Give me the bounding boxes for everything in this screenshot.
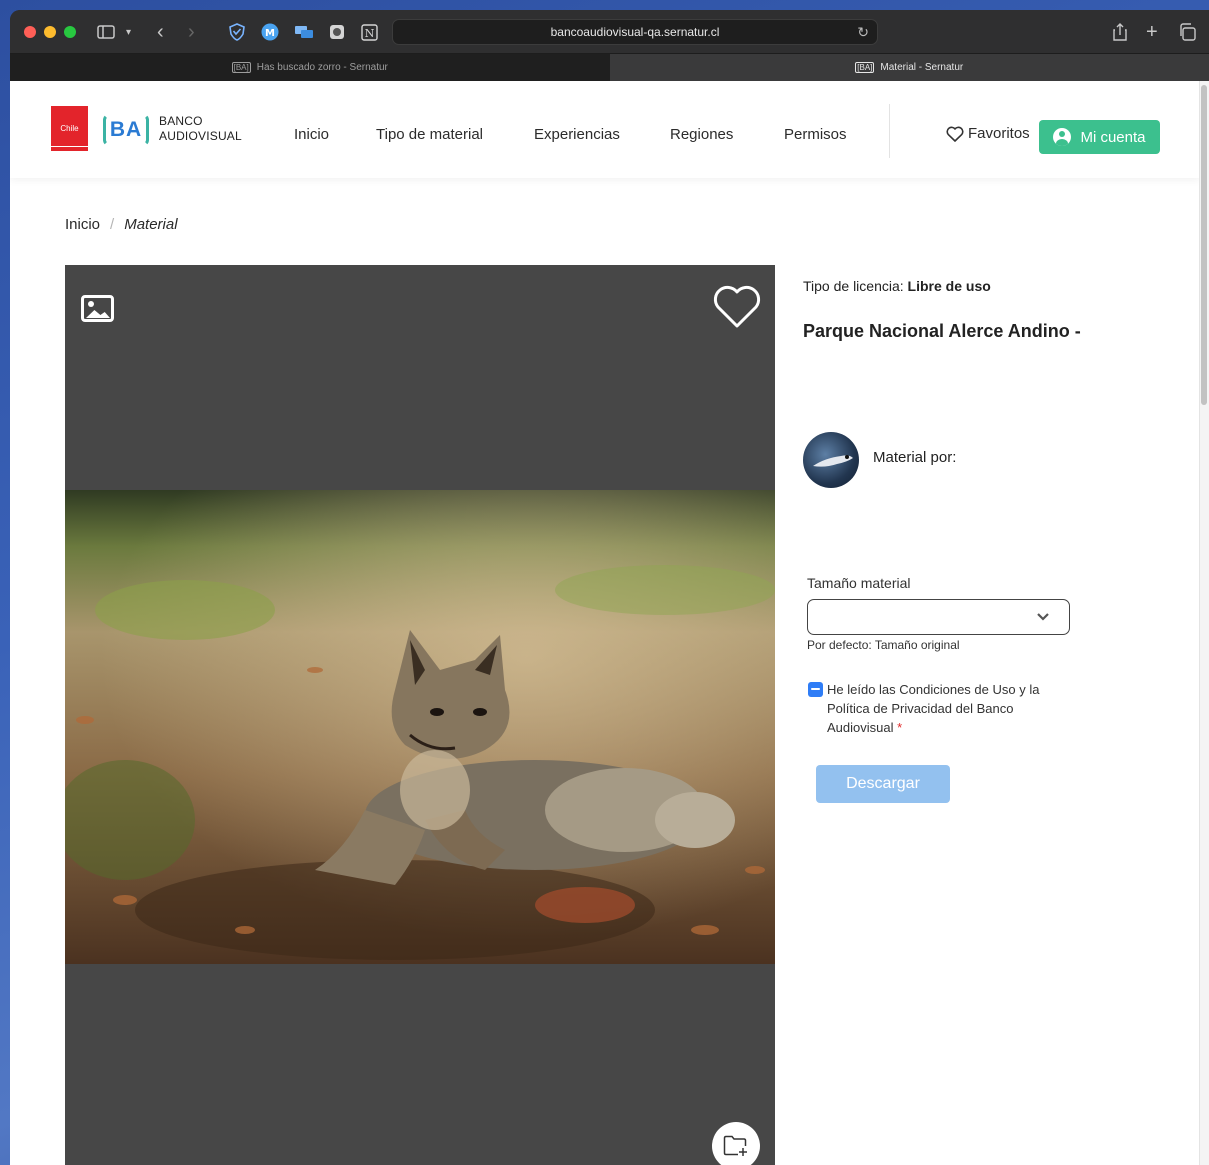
nav-experiencias[interactable]: Experiencias bbox=[534, 126, 620, 143]
author-avatar[interactable] bbox=[803, 432, 859, 488]
reload-icon[interactable]: ↻ bbox=[857, 24, 869, 41]
terms-consent: He leído las Condiciones de Uso y la Pol… bbox=[808, 680, 1068, 737]
download-button[interactable]: Descargar bbox=[816, 765, 950, 803]
favorites-link[interactable]: Favoritos bbox=[946, 125, 1030, 142]
tab-favicon: [BA] bbox=[855, 62, 875, 73]
tab-material[interactable]: [BA] Material - Sernatur bbox=[609, 54, 1209, 81]
folder-plus-icon bbox=[723, 1135, 747, 1156]
chile-logo[interactable]: Chile bbox=[51, 106, 88, 151]
nav-divider bbox=[889, 104, 890, 158]
media-viewer bbox=[65, 265, 775, 1165]
required-mark: * bbox=[897, 720, 903, 735]
screens-extension-icon[interactable] bbox=[294, 22, 314, 42]
breadcrumb-current: Material bbox=[124, 216, 178, 233]
heart-icon bbox=[946, 126, 964, 142]
tab-favicon: [BA] bbox=[231, 62, 251, 73]
nav-permisos[interactable]: Permisos bbox=[784, 126, 847, 143]
breadcrumb-separator: / bbox=[110, 216, 115, 233]
tab-search-results[interactable]: [BA] Has buscado zorro - Sernatur bbox=[10, 54, 610, 81]
page-scrollbar[interactable] bbox=[1199, 81, 1209, 1165]
nav-tipo-de-material[interactable]: Tipo de material bbox=[376, 126, 483, 143]
favorites-label: Favoritos bbox=[968, 125, 1030, 142]
brand-line-1: BANCO bbox=[159, 114, 203, 128]
brand-line-2: AUDIOVISUAL bbox=[159, 129, 242, 143]
share-icon[interactable] bbox=[1112, 22, 1128, 42]
address-bar[interactable]: bancoaudiovisual-qa.sernatur.cl ↻ bbox=[392, 19, 878, 45]
scrollbar-thumb[interactable] bbox=[1201, 85, 1207, 405]
zoom-window-button[interactable] bbox=[64, 25, 76, 38]
minimize-window-button[interactable] bbox=[44, 25, 56, 38]
tab-overview-icon[interactable] bbox=[1178, 22, 1196, 42]
add-to-folder-button[interactable] bbox=[712, 1122, 760, 1165]
heart-outline-icon[interactable] bbox=[713, 285, 761, 334]
size-select[interactable] bbox=[807, 599, 1070, 635]
browser-toolbar: ▾ ‹ › M N bancoaudiovisual-qa.sernatur.c… bbox=[10, 10, 1209, 54]
breadcrumb: Inicio / Material bbox=[65, 216, 178, 233]
image-icon bbox=[81, 295, 114, 322]
size-label: Tamaño material bbox=[807, 575, 911, 591]
svg-text:N: N bbox=[365, 27, 375, 40]
brand-name[interactable]: BANCO AUDIOVISUAL bbox=[159, 114, 242, 144]
license-info: Tipo de licencia: Libre de uso bbox=[803, 278, 991, 294]
material-title: Parque Nacional Alerce Andino - bbox=[803, 321, 1081, 341]
my-account-button[interactable]: Mi cuenta bbox=[1039, 120, 1160, 154]
web-page: Chile BA BANCO AUDIOVISUAL Inicio Tipo d… bbox=[10, 81, 1209, 1165]
license-value: Libre de uso bbox=[907, 278, 991, 294]
terms-checkbox[interactable] bbox=[808, 682, 823, 697]
notion-extension-icon[interactable]: N bbox=[361, 22, 378, 42]
close-window-button[interactable] bbox=[24, 25, 36, 38]
shield-extension-icon[interactable] bbox=[228, 22, 246, 42]
user-icon bbox=[1053, 128, 1072, 146]
terms-text: He leído las Condiciones de Uso y la Pol… bbox=[827, 682, 1040, 735]
svg-text:M: M bbox=[265, 28, 275, 39]
nav-regiones[interactable]: Regiones bbox=[670, 126, 733, 143]
new-tab-icon[interactable]: + bbox=[1146, 21, 1158, 43]
license-label: Tipo de licencia: bbox=[803, 278, 904, 294]
terms-label: He leído las Condiciones de Uso y la Pol… bbox=[827, 680, 1068, 737]
url-text: bancoaudiovisual-qa.sernatur.cl bbox=[550, 25, 720, 39]
author-label: Material por: bbox=[873, 449, 957, 466]
ba-logo[interactable]: BA bbox=[103, 114, 149, 146]
material-photo[interactable] bbox=[65, 490, 775, 964]
nav-inicio[interactable]: Inicio bbox=[294, 126, 329, 143]
chile-logo-text: Chile bbox=[60, 124, 79, 133]
breadcrumb-home[interactable]: Inicio bbox=[65, 216, 100, 233]
window-controls bbox=[24, 25, 76, 38]
back-icon[interactable]: ‹ bbox=[157, 21, 164, 43]
site-header: Chile BA BANCO AUDIOVISUAL Inicio Tipo d… bbox=[10, 81, 1200, 178]
chevron-down-icon bbox=[1037, 613, 1049, 621]
browser-window: ▾ ‹ › M N bancoaudiovisual-qa.sernatur.c… bbox=[10, 10, 1209, 1165]
sidebar-toggle-icon[interactable] bbox=[97, 22, 115, 42]
tab-title: Material - Sernatur bbox=[880, 62, 964, 73]
record-extension-icon[interactable] bbox=[329, 22, 345, 42]
tab-bar: [BA] Has buscado zorro - Sernatur [BA] M… bbox=[10, 54, 1209, 81]
forward-icon[interactable]: › bbox=[188, 21, 195, 43]
size-hint: Por defecto: Tamaño original bbox=[807, 638, 960, 652]
m-extension-icon[interactable]: M bbox=[261, 22, 279, 42]
tab-overview-chevron-icon[interactable]: ▾ bbox=[126, 22, 131, 42]
tab-title: Has buscado zorro - Sernatur bbox=[256, 62, 388, 73]
my-account-label: Mi cuenta bbox=[1080, 128, 1146, 146]
